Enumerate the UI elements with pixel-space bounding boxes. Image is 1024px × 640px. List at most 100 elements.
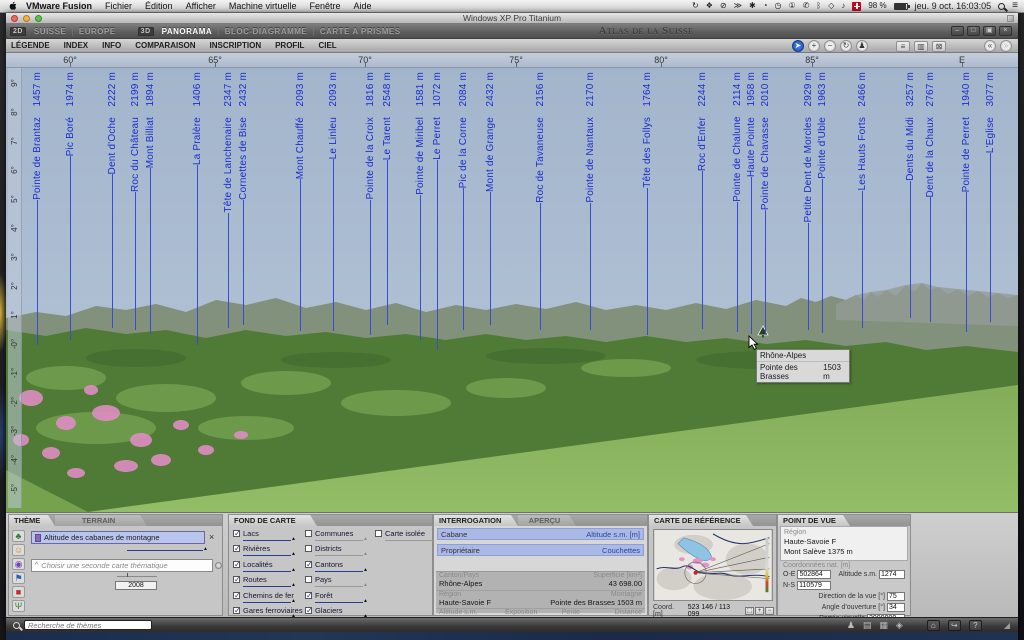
peak-label-dent-de-la-chaux[interactable]: Dent de la Chaux 2767 m (924, 72, 936, 322)
help-icon[interactable]: ? (969, 620, 982, 631)
menu-list-icon[interactable]: ≡ (1012, 1, 1018, 11)
layout-close-button[interactable]: ⊠ (932, 41, 946, 52)
info-circle-icon[interactable]: ① (789, 2, 796, 10)
nav-carte-a-prismes[interactable]: CARTE A PRISMES (320, 27, 401, 36)
peak-label-mont-billiat[interactable]: Mont Billiat 1894 m (144, 72, 156, 334)
checkbox-districts[interactable] (305, 545, 312, 552)
nav-bloc-diagramme[interactable]: BLOC-DIAGRAMME (225, 27, 308, 36)
checkbox-localit-s[interactable]: ✓ (233, 561, 240, 568)
checkbox-cantons[interactable]: ✓ (305, 561, 312, 568)
zoom-in-button[interactable]: + (808, 40, 820, 52)
checkbox-rivi-res[interactable]: ✓ (233, 545, 240, 552)
peak-label-pointe-de-miribel[interactable]: Pointe de Miribel 1581 m (414, 72, 426, 340)
theme-clear-button[interactable]: × (209, 532, 214, 542)
menubar-item-machine-virtuelle[interactable]: Machine virtuelle (229, 1, 297, 11)
rotate-button[interactable]: ↻ (840, 40, 852, 52)
vm-titlebar[interactable]: Windows XP Pro Titanium (6, 13, 1018, 24)
tab-interrogation[interactable]: INTERROGATION (434, 515, 518, 526)
peak-label-cornettes-de-bise[interactable]: Cornettes de Bise 2432 m (237, 72, 249, 325)
close-button[interactable]: × (999, 26, 1012, 36)
map-select-button[interactable]: ⬚ (745, 607, 754, 615)
menu-index[interactable]: INDEX (64, 41, 88, 50)
peak-label-le-linleu[interactable]: Le Linleu 2093 m (327, 72, 339, 331)
peak-label-pic-bor[interactable]: Pic Boré 1974 m (64, 72, 76, 340)
peak-label-t-te-de-lanchenaire[interactable]: Tête de Lanchenaire 2347 m (222, 72, 234, 328)
layer-routes[interactable]: ✓Routes (233, 575, 297, 589)
map-zoom-out-button[interactable]: − (765, 607, 774, 615)
snowflake-icon[interactable]: ✱ (749, 2, 756, 10)
menubar-item-vmware-fusion[interactable]: VMware Fusion (26, 1, 92, 11)
swiss-flag-icon[interactable] (852, 2, 861, 11)
mode-badge-2d[interactable]: 2D (10, 27, 26, 36)
map-zoom-in-button[interactable]: + (755, 607, 764, 615)
theme-swirl-icon[interactable]: ◉ (12, 558, 25, 570)
layer-opacity-slider[interactable] (243, 584, 295, 589)
tab-apercu[interactable]: APERÇU (518, 515, 576, 526)
tab-theme[interactable]: THÈME (9, 515, 55, 526)
angle-input[interactable] (887, 603, 905, 612)
layer-districts[interactable]: Districts (305, 544, 367, 558)
layer-opacity-slider[interactable] (243, 538, 295, 543)
theme-search-input[interactable] (24, 620, 152, 630)
layer-opacity-slider[interactable] (315, 569, 367, 574)
layer-opacity-slider[interactable] (315, 538, 367, 543)
maximize-button[interactable]: □ (967, 26, 980, 36)
layer-opacity-slider[interactable] (385, 538, 437, 543)
peak-label-petite-dent-de-morcles[interactable]: Petite Dent de Morcles 2929 m (802, 72, 814, 330)
peak-label-roc-de-tavaneuse[interactable]: Roc de Tavaneuse 2156 m (534, 72, 546, 330)
layer-for-t[interactable]: ✓Forêt (305, 591, 367, 605)
layer-carte-isol-e[interactable]: Carte isolée (375, 529, 431, 543)
battery-icon[interactable] (894, 3, 908, 10)
peak-label-roc-du-ch-teau[interactable]: Roc du Château 2199 m (129, 72, 141, 330)
menubar-item-aide[interactable]: Aide (353, 1, 371, 11)
peak-label-mont-chauff[interactable]: Mont Chauffé 2093 m (294, 72, 306, 331)
ns-input[interactable] (797, 581, 831, 590)
clock-icon[interactable]: ◷ (775, 2, 782, 10)
checkbox-lacs[interactable]: ✓ (233, 530, 240, 537)
year-slider-track[interactable] (117, 576, 157, 577)
peak-label-pointe-de-perret[interactable]: Pointe de Perret 1940 m (960, 72, 972, 332)
collapse-arrow-icon[interactable]: ^ (35, 562, 38, 569)
menubar-item-dition[interactable]: Édition (145, 1, 173, 11)
timer-icon[interactable]: ◔ (763, 2, 768, 10)
altitude-input[interactable] (879, 570, 905, 579)
peak-label-pointe-d-uble[interactable]: Pointe d'Uble 1963 m (816, 72, 828, 333)
layer-cantons[interactable]: ✓Cantons (305, 560, 367, 574)
layer-pays[interactable]: Pays (305, 575, 367, 589)
forward-button[interactable]: » (1000, 40, 1012, 52)
reference-map[interactable] (653, 529, 773, 601)
nav-europe[interactable]: EUROPE (79, 27, 116, 36)
peak-label-roc-d-enfer[interactable]: Roc d'Enfer 2244 m (696, 72, 708, 329)
bluetooth-icon[interactable]: ᛒ (816, 2, 821, 10)
peak-label-le-perret[interactable]: Le Perret 1072 m (431, 72, 443, 350)
volume-icon[interactable]: ♪ (841, 2, 845, 10)
layer-opacity-slider[interactable] (243, 553, 295, 558)
menu-info[interactable]: INFO (102, 41, 121, 50)
nav-suisse[interactable]: SUISSE (34, 27, 66, 36)
apple-icon[interactable] (8, 1, 18, 11)
back-button[interactable]: « (984, 40, 996, 52)
query-row-proprietaire[interactable]: Propriétaire Couchettes (437, 544, 644, 556)
minimize-button[interactable]: – (951, 26, 964, 36)
do-not-disturb-icon[interactable]: ⊘ (720, 2, 727, 10)
resize-grip-icon[interactable]: ◢ (1004, 621, 1010, 630)
menu-l-gende[interactable]: LÉGENDE (11, 41, 50, 50)
peak-label-pointe-de-brantaz[interactable]: Pointe de Brantaz 1457 m (31, 72, 43, 345)
peak-label-pointe-de-la-croix[interactable]: Pointe de la Croix 1816 m (364, 72, 376, 335)
nav-panorama[interactable]: PANORAMA (162, 27, 213, 36)
oe-input[interactable] (797, 570, 831, 579)
layer-lacs[interactable]: ✓Lacs (233, 529, 297, 543)
menubar-item-afficher[interactable]: Afficher (186, 1, 216, 11)
theme-combo-secondary[interactable]: ^ Choisir une seconde carte thématique (31, 559, 213, 572)
layer-opacity-slider[interactable] (315, 553, 367, 558)
layer-chemins-de-fer[interactable]: ✓Chemins de fer (233, 591, 297, 605)
peak-label-mont-de-grange[interactable]: Mont de Grange 2432 m (484, 72, 496, 325)
peak-label-dents-du-midi[interactable]: Dents du Midi 3257 m (904, 72, 916, 318)
checkbox-communes[interactable] (305, 530, 312, 537)
menu-comparaison[interactable]: COMPARAISON (135, 41, 195, 50)
layer-localit-s[interactable]: ✓Localités (233, 560, 297, 574)
mode-badge-3d[interactable]: 3D (138, 27, 154, 36)
calendar-flag-icon[interactable]: ⚑ (12, 572, 25, 584)
agriculture-icon[interactable]: Ψ (12, 600, 25, 612)
spotlight-icon[interactable] (998, 3, 1005, 10)
